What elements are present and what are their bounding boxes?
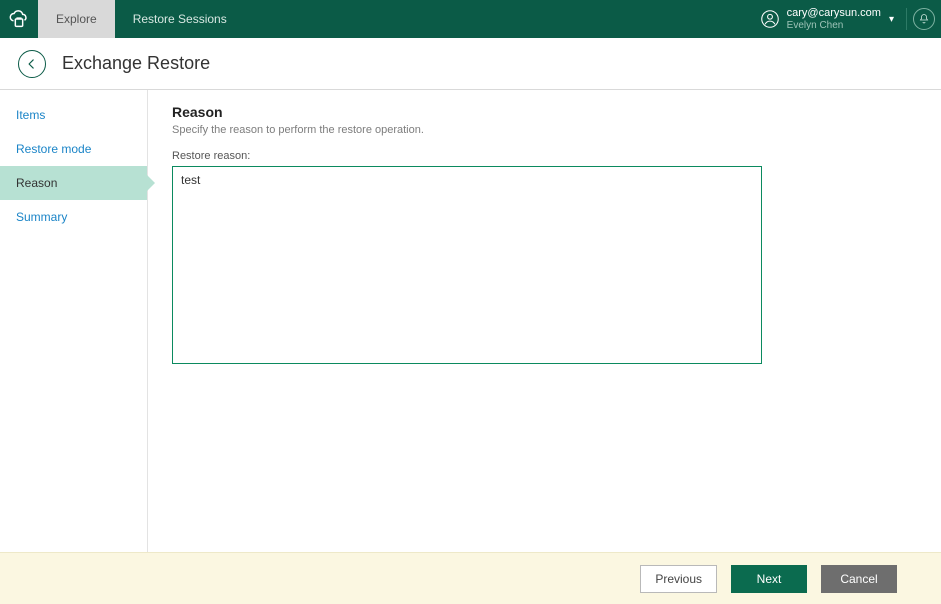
notifications-button[interactable] <box>907 0 941 38</box>
section-title: Reason <box>172 104 917 120</box>
previous-button[interactable]: Previous <box>640 565 717 593</box>
wizard-main: Reason Specify the reason to perform the… <box>148 90 941 552</box>
wizard-sidebar: Items Restore mode Reason Summary <box>0 90 148 552</box>
wizard-step-reason[interactable]: Reason <box>0 166 147 200</box>
next-button[interactable]: Next <box>731 565 807 593</box>
back-button[interactable] <box>18 50 46 78</box>
tab-explore[interactable]: Explore <box>38 0 115 38</box>
wizard-footer: Previous Next Cancel <box>0 552 941 604</box>
step-label: Summary <box>16 210 67 224</box>
chevron-down-icon: ▾ <box>889 14 894 25</box>
user-text: cary@carysun.com Evelyn Chen <box>787 7 881 30</box>
topbar-spacer <box>245 0 749 38</box>
reason-field-label: Restore reason: <box>172 150 917 162</box>
page-header: Exchange Restore <box>0 38 941 90</box>
cloud-restore-icon <box>8 8 30 30</box>
button-label: Previous <box>655 572 702 586</box>
cancel-button[interactable]: Cancel <box>821 565 897 593</box>
wizard-body: Items Restore mode Reason Summary Reason… <box>0 90 941 552</box>
user-menu[interactable]: cary@carysun.com Evelyn Chen ▾ <box>749 0 906 38</box>
tab-label: Explore <box>56 12 97 26</box>
user-email: cary@carysun.com <box>787 7 881 19</box>
step-label: Reason <box>16 176 57 190</box>
bell-icon <box>918 13 930 25</box>
user-display-name: Evelyn Chen <box>787 20 881 31</box>
user-icon <box>761 10 779 28</box>
button-label: Next <box>757 572 782 586</box>
top-bar: Explore Restore Sessions cary@carysun.co… <box>0 0 941 38</box>
tab-label: Restore Sessions <box>133 12 227 26</box>
button-label: Cancel <box>840 572 877 586</box>
wizard-step-summary[interactable]: Summary <box>0 200 147 234</box>
reason-input[interactable] <box>172 166 762 364</box>
app-logo <box>0 0 38 38</box>
page-title: Exchange Restore <box>62 53 210 74</box>
wizard-step-restore-mode[interactable]: Restore mode <box>0 132 147 166</box>
arrow-left-icon <box>25 57 39 71</box>
step-label: Restore mode <box>16 142 91 156</box>
tab-restore-sessions[interactable]: Restore Sessions <box>115 0 245 38</box>
step-label: Items <box>16 108 45 122</box>
wizard-step-items[interactable]: Items <box>0 98 147 132</box>
section-subtitle: Specify the reason to perform the restor… <box>172 124 917 136</box>
